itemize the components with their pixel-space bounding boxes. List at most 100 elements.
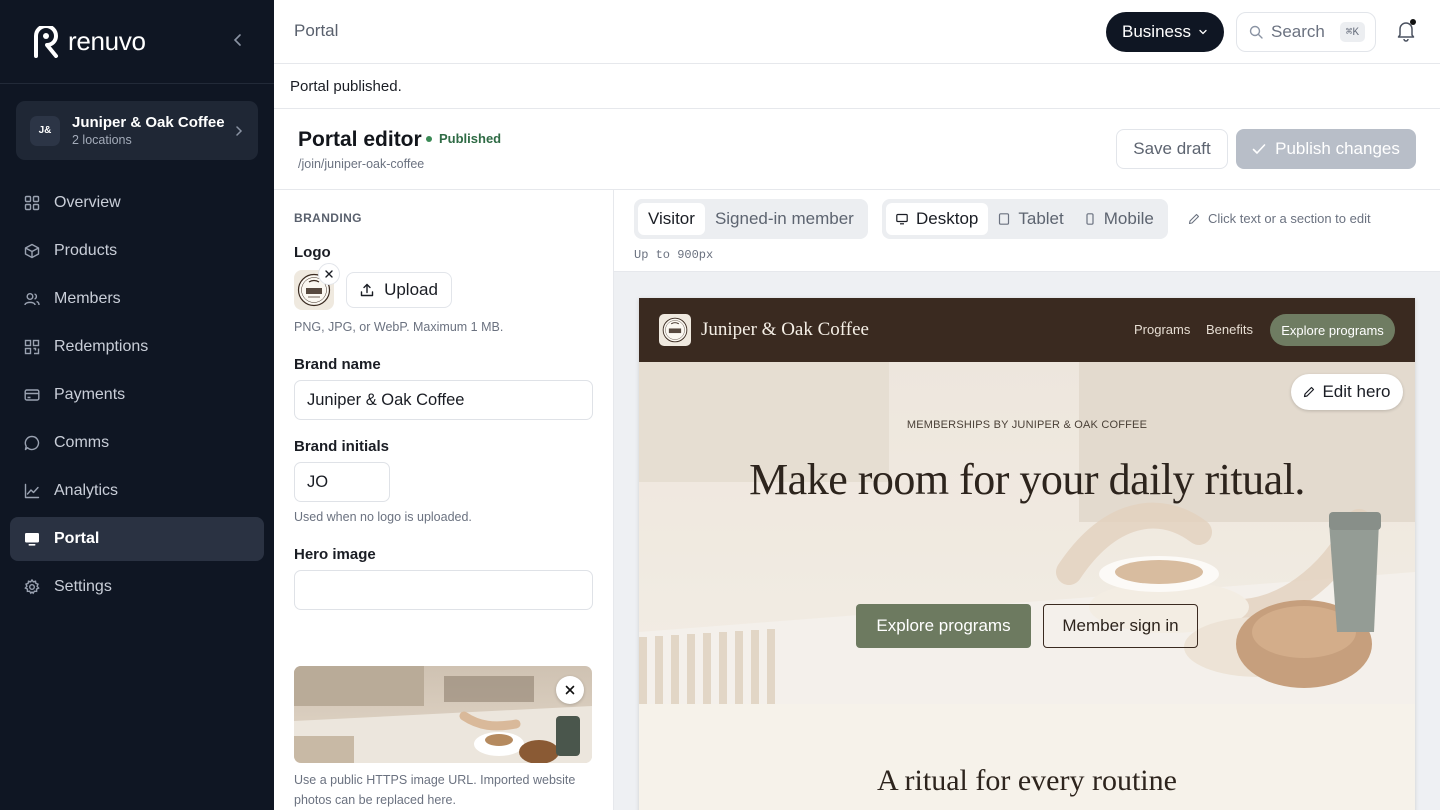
- device-tablet-tab[interactable]: Tablet: [988, 203, 1073, 235]
- section-heading[interactable]: A ritual for every routine: [639, 764, 1415, 798]
- top-bar: Portal Business Search ⌘K: [274, 0, 1440, 64]
- desktop-icon: [896, 213, 908, 225]
- audience-member-tab[interactable]: Signed-in member: [705, 203, 864, 235]
- brand-name-field[interactable]: Juniper & Oak Coffee: [294, 380, 593, 420]
- brand-name-label: Brand name: [294, 356, 381, 373]
- portal-logo[interactable]: [659, 314, 691, 346]
- coffee-seal-logo-icon: [662, 317, 688, 343]
- hero-explore-button[interactable]: Explore programs: [856, 604, 1031, 648]
- search-placeholder: Search: [1271, 22, 1325, 41]
- close-icon: [325, 270, 333, 278]
- nav-label: Analytics: [54, 482, 119, 499]
- nav-item-portal[interactable]: Portal: [10, 517, 264, 561]
- section-title: BRANDING: [294, 211, 362, 225]
- status-toast: Portal published.: [274, 64, 1440, 109]
- brand-initials-field[interactable]: JO: [294, 462, 390, 502]
- plan-switcher-button[interactable]: Business: [1106, 12, 1224, 52]
- page-title: Portal editor: [298, 128, 422, 151]
- monitor-icon: [25, 533, 39, 546]
- editor-header: Portal editor Published /join/juniper-oa…: [274, 109, 1440, 190]
- renuvo-logo-icon: [34, 25, 58, 58]
- mobile-icon: [1086, 213, 1094, 225]
- remove-logo-button[interactable]: [318, 263, 340, 285]
- hero-image-url-field[interactable]: [294, 570, 593, 610]
- portal-preview: Juniper & Oak Coffee Programs Benefits E…: [639, 298, 1415, 810]
- nav-label: Redemptions: [54, 338, 149, 355]
- device-desktop-tab[interactable]: Desktop: [886, 203, 989, 235]
- edit-hero-label: Edit hero: [1322, 382, 1391, 401]
- collapse-sidebar-icon[interactable]: [230, 32, 246, 48]
- hero-kicker[interactable]: MEMBERSHIPS BY JUNIPER & OAK COFFEE: [639, 419, 1415, 431]
- edit-hero-button[interactable]: Edit hero: [1291, 374, 1403, 410]
- portal-brand-name[interactable]: Juniper & Oak Coffee: [701, 319, 869, 341]
- nav-item-payments[interactable]: Payments: [10, 373, 264, 417]
- plan-label: Business: [1122, 22, 1191, 41]
- save-draft-button[interactable]: Save draft: [1116, 129, 1228, 169]
- nav-item-settings[interactable]: Settings: [10, 565, 264, 609]
- edit-hint-text: Click text or a section to edit: [1208, 211, 1371, 226]
- device-label: Desktop: [916, 209, 979, 228]
- edit-hint: Click text or a section to edit: [1188, 211, 1371, 226]
- logo-label: Logo: [294, 244, 331, 261]
- portal-hero[interactable]: Edit hero MEMBERSHIPS BY JUNIPER & OAK C…: [639, 362, 1415, 704]
- hero-photo: [639, 362, 1415, 704]
- nav-item-redemptions[interactable]: Redemptions: [10, 325, 264, 369]
- nav-item-overview[interactable]: Overview: [10, 181, 264, 225]
- nav-label: Payments: [54, 386, 126, 403]
- status-label: Published: [439, 131, 502, 146]
- nav-label: Members: [54, 290, 121, 307]
- org-avatar: J&: [30, 115, 60, 146]
- nav-label: Overview: [54, 194, 121, 211]
- notification-dot: [1410, 19, 1416, 25]
- status-badge: Published: [426, 131, 501, 146]
- upload-logo-button[interactable]: Upload: [346, 272, 452, 308]
- branding-panel: BRANDING Logo Upload PNG, JPG, or WebP. …: [274, 190, 614, 810]
- pencil-icon: [1188, 213, 1200, 224]
- users-icon: [24, 293, 40, 306]
- nav-label: Portal: [54, 530, 100, 547]
- main-nav: Overview Products Members Redemptions Pa…: [10, 181, 264, 613]
- chat-icon: [24, 435, 40, 451]
- initials-hint: Used when no logo is uploaded.: [294, 510, 472, 524]
- breakpoint-label: Up to 900px: [634, 248, 714, 262]
- publish-changes-button[interactable]: Publish changes: [1236, 129, 1416, 169]
- qr-icon: [24, 339, 40, 355]
- audience-toggle: Visitor Signed-in member: [634, 199, 868, 239]
- nav-item-comms[interactable]: Comms: [10, 421, 264, 465]
- chevron-down-icon: [1199, 29, 1207, 35]
- org-locations: 2 locations: [72, 133, 132, 147]
- portal-nav: Juniper & Oak Coffee Programs Benefits E…: [639, 298, 1415, 362]
- nav-item-members[interactable]: Members: [10, 277, 264, 321]
- audience-visitor-tab[interactable]: Visitor: [638, 203, 705, 235]
- brand-row: renuvo: [0, 0, 274, 84]
- publish-label: Publish changes: [1275, 139, 1400, 158]
- pencil-icon: [1304, 386, 1315, 398]
- remove-hero-button[interactable]: [556, 676, 584, 704]
- grid-icon: [24, 195, 40, 211]
- org-name: Juniper & Oak Coffee: [72, 114, 225, 131]
- nav-label: Comms: [54, 434, 110, 451]
- hero-sign-in-button[interactable]: Member sign in: [1043, 604, 1198, 648]
- portal-nav-cta[interactable]: Explore programs: [1270, 314, 1395, 346]
- portal-link-benefits[interactable]: Benefits: [1206, 322, 1253, 337]
- device-mobile-tab[interactable]: Mobile: [1074, 203, 1164, 235]
- preview-canvas: Juniper & Oak Coffee Programs Benefits E…: [614, 272, 1440, 810]
- tablet-icon: [999, 213, 1010, 225]
- nav-label: Settings: [54, 578, 112, 595]
- nav-item-analytics[interactable]: Analytics: [10, 469, 264, 513]
- preview-pane: Visitor Signed-in member Desktop Tablet …: [614, 190, 1440, 810]
- hero-hint: Use a public HTTPS image URL. Imported w…: [294, 773, 576, 807]
- portal-link-programs[interactable]: Programs: [1134, 322, 1190, 337]
- close-icon: [565, 685, 575, 695]
- chevron-right-icon: [236, 125, 243, 136]
- search-input[interactable]: Search ⌘K: [1236, 12, 1376, 52]
- org-switcher[interactable]: J& Juniper & Oak Coffee 2 locations: [16, 101, 258, 160]
- search-icon: [1249, 25, 1263, 39]
- upload-label: Upload: [384, 280, 438, 299]
- gear-icon: [24, 579, 40, 595]
- upload-icon: [360, 283, 374, 297]
- portal-path: /join/juniper-oak-coffee: [298, 157, 425, 171]
- hero-headline[interactable]: Make room for your daily ritual.: [639, 454, 1415, 505]
- nav-item-products[interactable]: Products: [10, 229, 264, 273]
- nav-label: Products: [54, 242, 118, 259]
